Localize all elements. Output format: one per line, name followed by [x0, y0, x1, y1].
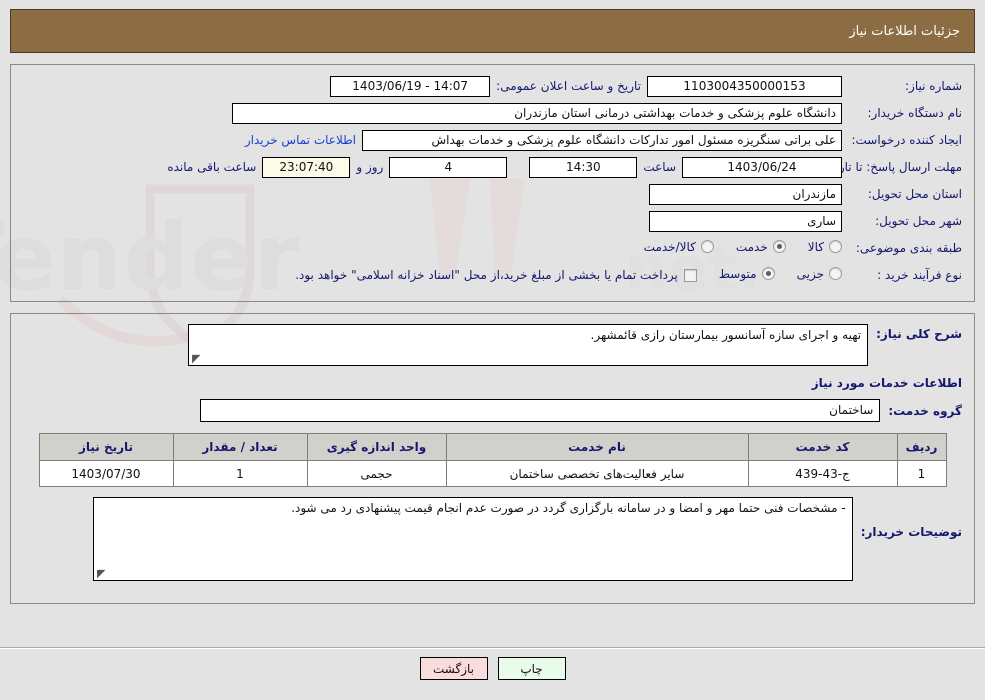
row-deadline: مهلت ارسال پاسخ: تا تاریخ: 1403/06/24 سا… [23, 156, 962, 178]
buyer-notes-label: توضیحات خریدار: [860, 525, 962, 539]
table-row: 1 ج-43-439 سایر فعالیت‌های تخصصی ساختمان حج… [38, 460, 947, 487]
days-label: روز و [356, 160, 384, 174]
process-option-1[interactable]: متوسط [719, 267, 775, 281]
row-city: شهر محل تحویل: ساری [23, 210, 962, 232]
description-textarea[interactable]: تهیه و اجرای سازه آسانسور بیمارستان رازی… [188, 324, 869, 366]
cell-index: 1 [896, 460, 947, 487]
resize-grip-icon[interactable]: ◥ [192, 352, 202, 365]
col-index: ردیف [896, 433, 947, 461]
category-option-1[interactable]: خدمت [736, 240, 786, 254]
remaining-time-value: 23:07:40 [262, 156, 351, 178]
process-type-label: نوع فرآیند خرید : [877, 268, 962, 282]
buyer-contact-link[interactable]: اطلاعات تماس خریدار [239, 133, 362, 147]
services-table: ردیف کد خدمت نام خدمت واحد اندازه گیری ت… [38, 433, 947, 487]
resize-grip-icon[interactable]: ◥ [97, 567, 107, 580]
service-group-label: گروه خدمت: [888, 403, 962, 418]
description-label: شرح کلی نیاز: [876, 327, 962, 341]
row-buyer-org: نام دستگاه خریدار: دانشگاه علوم پزشکی و … [23, 102, 962, 124]
footer-divider [0, 647, 985, 649]
page-title: جزئیات اطلاعات نیاز [849, 23, 960, 39]
window-titlebar: جزئیات اطلاعات نیاز [10, 9, 975, 53]
description-value: تهیه و اجرای سازه آسانسور بیمارستان رازی… [590, 328, 862, 342]
col-need-date: تاریخ نیاز [38, 433, 174, 461]
treasury-bond-checkbox[interactable] [683, 268, 697, 282]
deadline-time-value: 14:30 [529, 156, 638, 178]
category-radio-2[interactable] [700, 240, 714, 254]
category-option-2[interactable]: کالا/خدمت [644, 240, 714, 254]
col-qty: تعداد / مقدار [172, 433, 308, 461]
print-button[interactable]: چاپ [497, 657, 566, 680]
footer-actions: چاپ بازگشت [0, 657, 985, 680]
announce-datetime-value: 14:07 - 1403/06/19 [330, 75, 491, 97]
city-value: ساری [649, 210, 842, 232]
deadline-date-value: 1403/06/24 [682, 156, 842, 178]
category-label-2: کالا/خدمت [643, 239, 696, 254]
treasury-bond-label: پرداخت تمام یا بخشی از مبلغ خرید،از محل … [295, 268, 678, 282]
table-header-row: ردیف کد خدمت نام خدمت واحد اندازه گیری ت… [38, 433, 947, 461]
buyer-org-value: دانشگاه علوم پزشکی و خدمات بهداشتی درمان… [232, 102, 842, 124]
row-need-number: شماره نیاز: 1103004350000153 تاریخ و ساع… [23, 75, 962, 97]
need-number-label: شماره نیاز: [905, 79, 962, 93]
announce-label: تاریخ و ساعت اعلان عمومی: [496, 79, 641, 93]
category-label: طبقه بندی موضوعی: [855, 241, 962, 255]
hour-label: ساعت [643, 160, 676, 174]
col-unit: واحد اندازه گیری [306, 433, 447, 461]
col-name: نام خدمت [445, 433, 749, 461]
back-button[interactable]: بازگشت [419, 657, 488, 680]
category-radio-group: کالا خدمت کالا/خدمت [622, 240, 842, 257]
category-label-0: کالا [807, 239, 824, 254]
cell-need-date: 1403/07/30 [38, 460, 174, 487]
creator-value: علی براتی سنگریزه مسئول امور تدارکات دان… [362, 129, 842, 151]
row-service-group: گروه خدمت: ساختمان [23, 399, 962, 422]
creator-label: ایجاد کننده درخواست: [851, 133, 962, 147]
need-details-panel: شرح کلی نیاز: تهیه و اجرای سازه آسانسور … [10, 313, 975, 604]
category-radio-0[interactable] [829, 240, 842, 254]
row-creator: ایجاد کننده درخواست: علی براتی سنگریزه م… [23, 129, 962, 151]
category-label-1: خدمت [735, 239, 768, 254]
process-option-0[interactable]: جزیی [797, 267, 842, 281]
cell-name: سایر فعالیت‌های تخصصی ساختمان [445, 460, 749, 487]
process-label-0: جزیی [796, 266, 824, 281]
province-value: مازندران [649, 183, 842, 205]
row-buyer-notes: توضیحات خریدار: - مشخصات فنی حتما مهر و … [23, 497, 962, 581]
need-number-value: 1103004350000153 [647, 75, 842, 97]
process-radio-group: جزیی متوسط [697, 267, 842, 284]
city-label: شهر محل تحویل: [875, 214, 962, 228]
buyer-org-label: نام دستگاه خریدار: [867, 106, 963, 120]
buyer-notes-textarea[interactable]: - مشخصات فنی حتما مهر و امضا و در سامانه… [92, 497, 853, 581]
row-province: استان محل تحویل: مازندران [23, 183, 962, 205]
cell-unit: حجمی [306, 460, 447, 487]
col-code: کد خدمت [747, 433, 898, 461]
cell-qty: 1 [172, 460, 308, 487]
process-label-1: متوسط [718, 266, 757, 281]
remaining-label: ساعت باقی مانده [167, 160, 257, 174]
province-label: استان محل تحویل: [867, 187, 962, 201]
remaining-days-value: 4 [389, 156, 508, 178]
row-process-type: نوع فرآیند خرید : جزیی متوسط پرداخت تمام … [23, 264, 962, 286]
buyer-notes-value: - مشخصات فنی حتما مهر و امضا و در سامانه… [291, 501, 846, 515]
deadline-label: مهلت ارسال پاسخ: تا تاریخ: [823, 160, 962, 174]
process-radio-1[interactable] [761, 267, 775, 281]
category-radio-1[interactable] [772, 240, 786, 254]
row-general-description: شرح کلی نیاز: تهیه و اجرای سازه آسانسور … [23, 324, 962, 366]
service-group-value: ساختمان [200, 399, 881, 422]
category-option-0[interactable]: کالا [808, 240, 842, 254]
services-section-title: اطلاعات خدمات مورد نیاز [811, 376, 962, 390]
row-category: طبقه بندی موضوعی: کالا خدمت کالا/خدمت [23, 237, 962, 259]
cell-code: ج-43-439 [747, 460, 898, 487]
need-summary-panel: شماره نیاز: 1103004350000153 تاریخ و ساع… [10, 64, 975, 302]
process-radio-0[interactable] [829, 267, 842, 281]
